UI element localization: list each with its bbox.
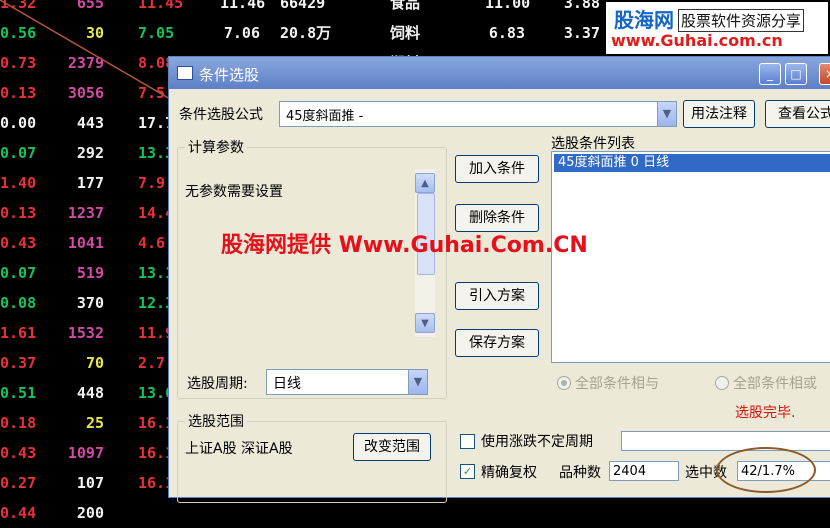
- close-button[interactable]: ×: [819, 63, 830, 85]
- dialog-titlebar[interactable]: 条件选股 _ □ ×: [169, 57, 830, 89]
- usage-notes-button[interactable]: 用法注释: [683, 100, 755, 128]
- status-text: 选股完毕.: [735, 405, 796, 421]
- params-group-title: 计算参数: [185, 137, 247, 157]
- maximize-button[interactable]: □: [785, 63, 807, 85]
- logo-slogan: 股票软件资源分享: [678, 9, 805, 32]
- exact-rights-checkbox[interactable]: ✓: [460, 464, 475, 479]
- radio-all-or[interactable]: [715, 376, 729, 390]
- radio-all-or-label: 全部条件相或: [733, 376, 817, 392]
- list-item[interactable]: 45度斜面推 0 日线: [554, 154, 830, 172]
- radio-all-and-label: 全部条件相与: [575, 376, 659, 392]
- use-limit-label: 使用涨跌不定周期: [481, 434, 593, 450]
- import-plan-button[interactable]: 引入方案: [455, 282, 539, 310]
- dialog-title: 条件选股: [199, 66, 260, 84]
- period-label: 选股周期:: [187, 376, 248, 392]
- condition-list[interactable]: 45度斜面推 0 日线: [551, 151, 830, 363]
- formula-select[interactable]: 45度斜面推 - ▼: [279, 101, 677, 127]
- site-logo: 股海网 股票软件资源分享 www.Guhai.com.cn: [606, 2, 828, 54]
- change-range-button[interactable]: 改变范围: [353, 433, 431, 461]
- logo-name: 股海网: [614, 8, 674, 32]
- chevron-down-icon[interactable]: ▼: [657, 102, 676, 126]
- watermark-text: 股海网提供 Www.Guhai.Com.CN: [221, 233, 588, 258]
- stock-count-label: 品种数: [559, 465, 601, 481]
- range-group-title: 选股范围: [185, 411, 247, 431]
- range-value: 上证A股 深证A股: [185, 441, 293, 457]
- scroll-up-icon[interactable]: ▲: [415, 173, 435, 193]
- logo-url: www.Guhai.com.cn: [611, 31, 783, 50]
- minimize-button[interactable]: _: [759, 63, 781, 85]
- condition-select-dialog: 条件选股 _ □ × 条件选股公式 45度斜面推 - ▼ 用法注释 查看公式 计…: [168, 56, 830, 503]
- chevron-down-icon[interactable]: ▼: [408, 370, 427, 394]
- add-condition-button[interactable]: 加入条件: [455, 155, 539, 183]
- save-plan-button[interactable]: 保存方案: [455, 329, 539, 357]
- view-formula-button[interactable]: 查看公式: [765, 100, 830, 128]
- no-params-text: 无参数需要设置: [185, 184, 283, 200]
- use-limit-checkbox[interactable]: [460, 434, 475, 449]
- window-icon: [177, 66, 193, 80]
- period-value: 日线: [273, 376, 301, 392]
- table-cell-vol: 200: [76, 504, 104, 522]
- condition-list-label: 选股条件列表: [551, 136, 635, 152]
- table-cell-chg: 0.44: [0, 504, 37, 522]
- period-select[interactable]: 日线 ▼: [266, 369, 428, 395]
- radio-all-and[interactable]: [557, 376, 571, 390]
- scroll-down-icon[interactable]: ▼: [415, 313, 435, 333]
- exact-rights-label: 精确复权: [481, 465, 537, 481]
- stock-count-field: 2404: [609, 461, 679, 481]
- limit-period-field[interactable]: [621, 431, 830, 451]
- highlight-circle: [716, 447, 816, 493]
- formula-value: 45度斜面推 -: [286, 109, 364, 124]
- formula-label: 条件选股公式: [179, 107, 263, 123]
